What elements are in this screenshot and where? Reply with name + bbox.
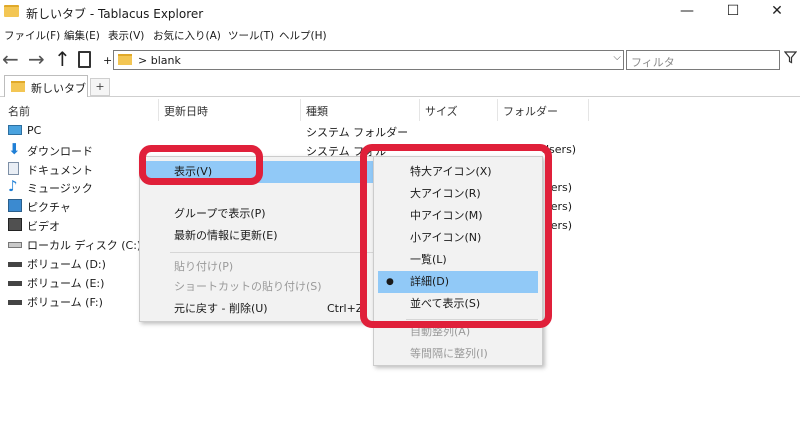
menu-item-refresh[interactable]: 最新の情報に更新(E): [144, 225, 377, 247]
item-name: ドキュメント: [27, 164, 93, 177]
menu-edit[interactable]: 編集(E): [64, 28, 100, 43]
address-bar[interactable]: > blank ⌵: [113, 50, 624, 70]
item-name: ピクチャ: [27, 201, 71, 214]
video-icon: [8, 218, 22, 231]
column-divider: [588, 99, 589, 121]
column-name[interactable]: 名前: [8, 103, 30, 119]
item-name: ダウンロード: [27, 145, 93, 158]
filter-input[interactable]: フィルタ: [626, 50, 780, 70]
tab-bar: 新しいタブ +: [0, 75, 800, 97]
column-folder[interactable]: フォルダー: [503, 103, 558, 119]
column-divider: [158, 99, 159, 121]
type-cell: システム フォルダー: [306, 126, 409, 139]
menu-favorites[interactable]: お気に入り(A): [153, 28, 221, 43]
menu-tools[interactable]: ツール(T): [228, 28, 274, 43]
submenu-item-align-to-grid: 等間隔に整列(I): [410, 347, 488, 360]
add-tab-button[interactable]: +: [90, 78, 110, 96]
column-modified[interactable]: 更新日時: [164, 103, 208, 119]
item-name: ミュージック: [27, 182, 93, 195]
forward-arrow-icon[interactable]: →: [28, 49, 45, 69]
item-name: PC: [27, 124, 42, 137]
folder-icon: [11, 81, 25, 92]
menu-separator: [170, 252, 375, 253]
window-title: 新しいタブ - Tablacus Explorer: [26, 7, 204, 21]
column-divider: [419, 99, 420, 121]
new-window-icon[interactable]: [78, 51, 91, 68]
column-divider: [300, 99, 301, 121]
menu-item-paste: 貼り付け(P): [174, 260, 234, 273]
drive-icon: [8, 300, 22, 305]
folder-icon: [4, 5, 19, 17]
menu-view[interactable]: 表示(V): [108, 28, 144, 43]
picture-icon: [8, 199, 22, 212]
up-arrow-icon[interactable]: ↑: [54, 49, 71, 69]
maximize-button[interactable]: ☐: [710, 0, 756, 24]
column-header: 名前 更新日時 種類 サイズ フォルダー: [0, 99, 800, 121]
drive-icon: [8, 262, 22, 267]
drive-icon: [8, 281, 22, 286]
document-icon: [8, 162, 19, 175]
menu-help[interactable]: ヘルプ(H): [279, 28, 327, 43]
tab-label: 新しいタブ: [31, 82, 86, 95]
pc-icon: [8, 125, 22, 135]
tab-new[interactable]: 新しいタブ: [4, 75, 88, 97]
undo-shortcut: Ctrl+Z: [327, 302, 364, 315]
menu-item-group-by[interactable]: グループで表示(P): [144, 203, 377, 225]
back-arrow-icon[interactable]: ←: [2, 49, 19, 69]
item-name: ビデオ: [27, 220, 60, 233]
highlight-box: [360, 144, 552, 328]
drive-icon: [8, 242, 22, 248]
music-icon: ♪: [8, 177, 18, 195]
column-type[interactable]: 種類: [306, 103, 328, 119]
item-name: ボリューム (E:): [27, 277, 105, 290]
address-path: > blank: [138, 54, 181, 67]
chevron-down-icon[interactable]: ⌵: [613, 52, 621, 63]
menu-bar: ファイル(F) 編集(E) 表示(V) お気に入り(A) ツール(T) ヘルプ(…: [0, 26, 800, 44]
menu-file[interactable]: ファイル(F): [4, 28, 60, 43]
item-name: ボリューム (D:): [27, 258, 106, 271]
filter-placeholder: フィルタ: [631, 56, 675, 69]
minimize-button[interactable]: —: [664, 0, 710, 24]
column-size[interactable]: サイズ: [425, 103, 458, 119]
title-bar: 新しいタブ - Tablacus Explorer — ☐ ✕: [0, 0, 800, 24]
filter-icon[interactable]: [783, 51, 798, 68]
download-icon: ⬇: [8, 140, 21, 158]
folder-icon: [118, 54, 132, 65]
item-name: ボリューム (F:): [27, 296, 103, 309]
item-name: ローカル ディスク (C:): [27, 239, 142, 252]
plus-icon[interactable]: +: [103, 54, 112, 67]
column-divider: [497, 99, 498, 121]
menu-item-paste-shortcut: ショートカットの貼り付け(S): [174, 280, 322, 293]
highlight-box: [139, 145, 263, 185]
close-button[interactable]: ✕: [754, 0, 800, 24]
